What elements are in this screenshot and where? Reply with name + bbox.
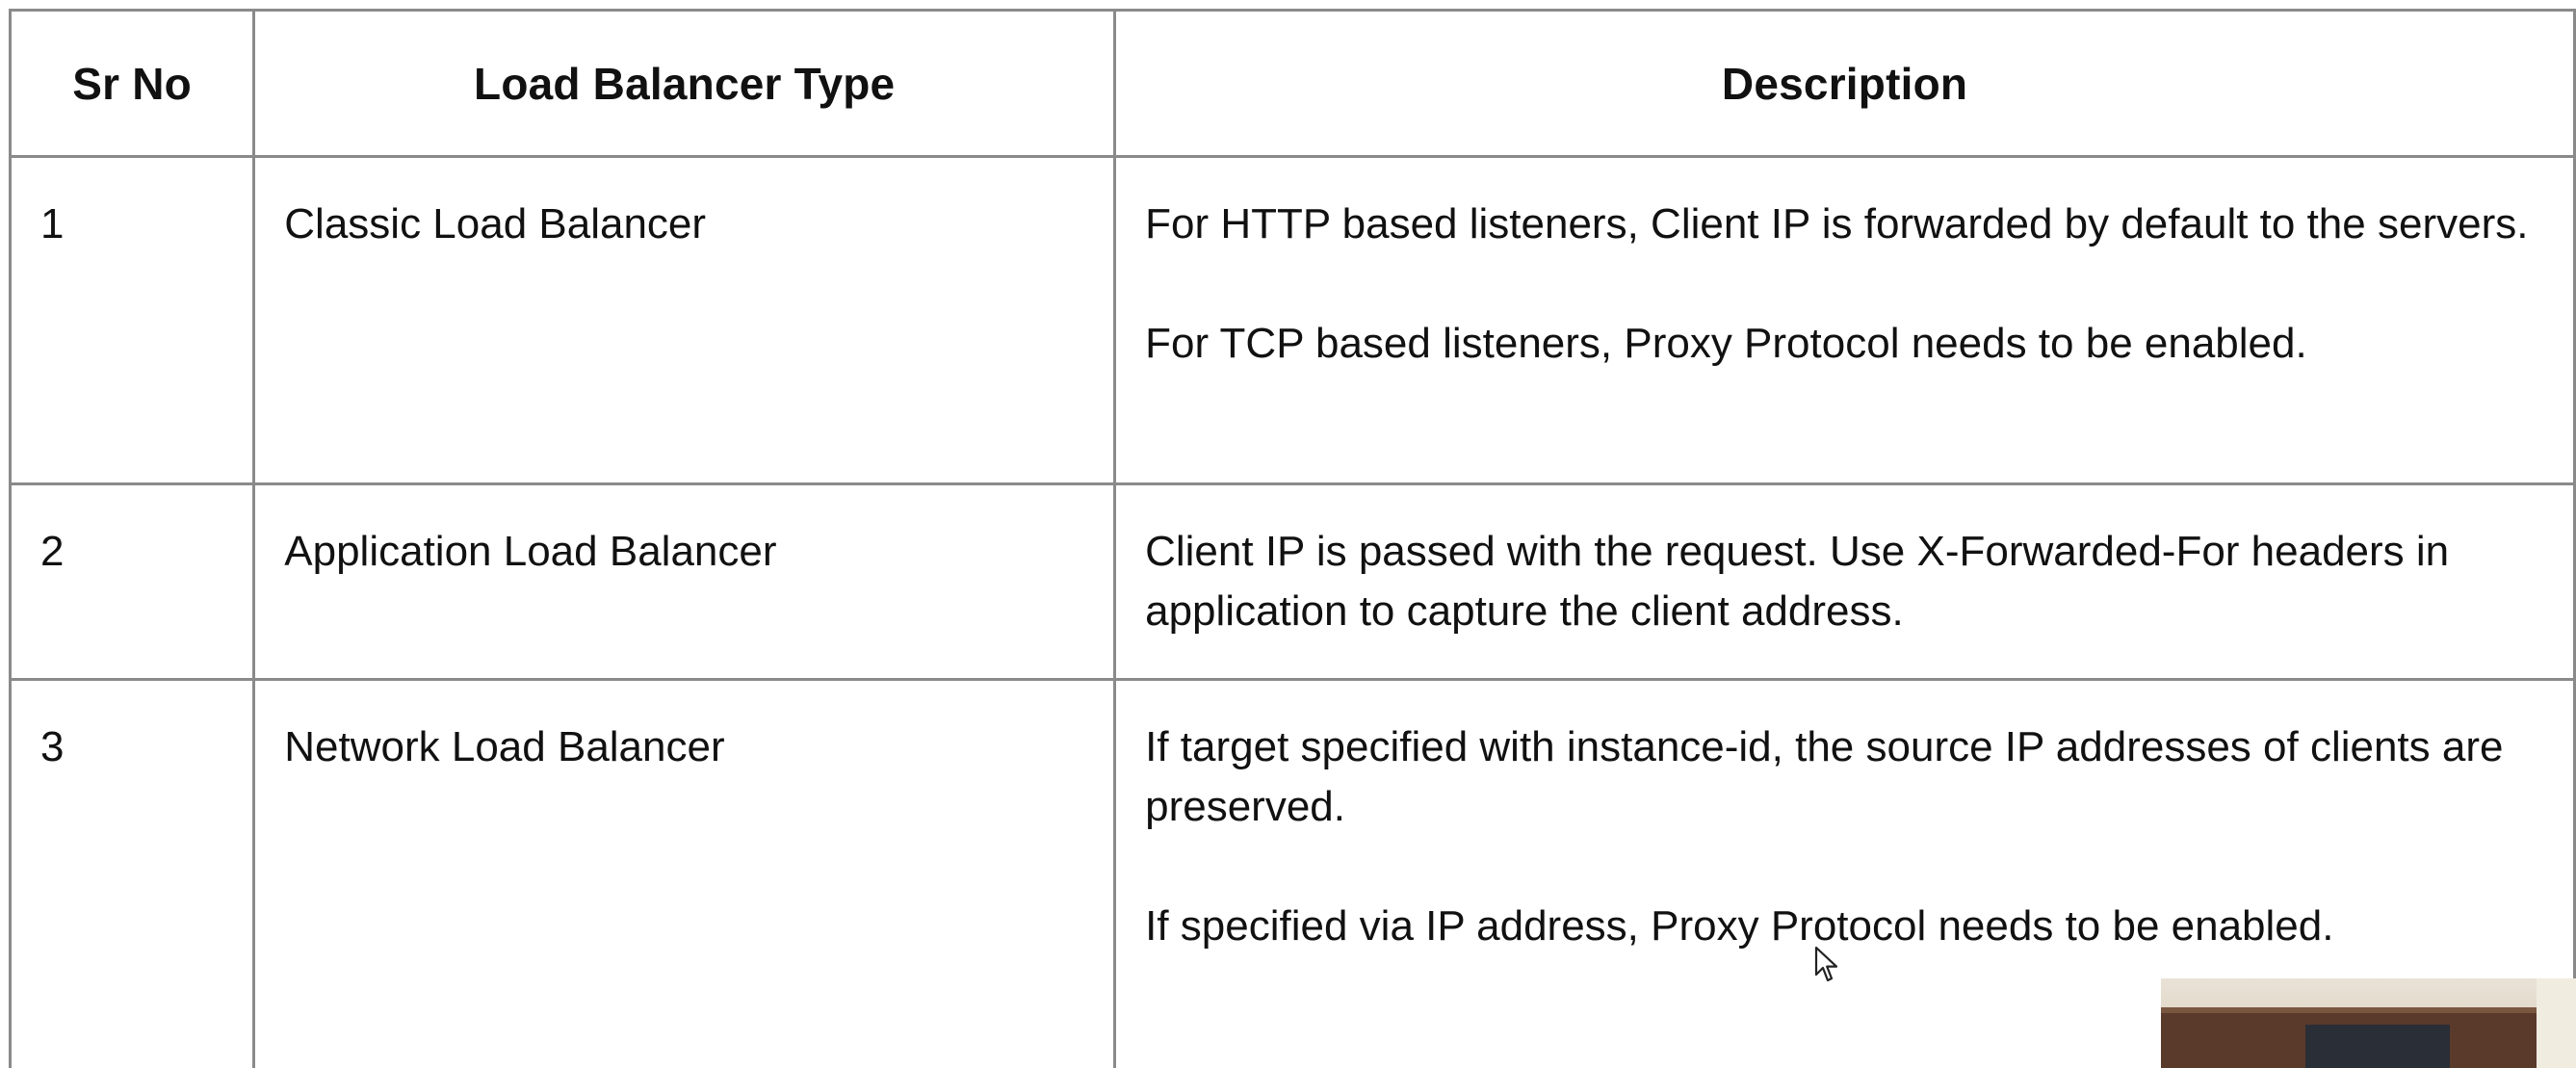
cell-type: Application Load Balancer [252, 482, 1117, 681]
table-row: 2 Application Load Balancer Client IP is… [8, 482, 2576, 681]
cell-sr-no: 1 [8, 155, 256, 485]
mouse-pointer-icon [1814, 946, 1838, 982]
cell-description: Client IP is passed with the request. Us… [1113, 482, 2576, 681]
table-header-row: Sr No Load Balancer Type Description [8, 9, 2576, 158]
webcam-background-monitor [2305, 1025, 2450, 1068]
cell-type: Classic Load Balancer [252, 155, 1117, 485]
description-paragraph: If target specified with instance-id, th… [1145, 723, 2504, 830]
cell-sr-no: 3 [8, 678, 256, 1068]
cell-description: For HTTP based listeners, Client IP is f… [1113, 155, 2576, 485]
description-paragraph: For HTTP based listeners, Client IP is f… [1145, 200, 2529, 247]
table-row: 1 Classic Load Balancer For HTTP based l… [8, 155, 2576, 485]
description-paragraph: If specified via IP address, Proxy Proto… [1145, 902, 2334, 950]
description-paragraph: For TCP based listeners, Proxy Protocol … [1145, 320, 2307, 367]
description-paragraph: Client IP is passed with the request. Us… [1145, 528, 2450, 635]
header-description: Description [1113, 9, 2576, 158]
slide-page: Sr No Load Balancer Type Description 1 C… [0, 0, 2576, 1068]
cell-sr-no: 2 [8, 482, 256, 681]
webcam-background-wall [2537, 978, 2576, 1068]
load-balancer-table: Sr No Load Balancer Type Description 1 C… [8, 9, 2576, 1068]
cell-type: Network Load Balancer [252, 678, 1117, 1068]
webcam-overlay [2161, 978, 2576, 1068]
header-sr-no: Sr No [8, 9, 256, 158]
header-load-balancer-type: Load Balancer Type [252, 9, 1117, 158]
